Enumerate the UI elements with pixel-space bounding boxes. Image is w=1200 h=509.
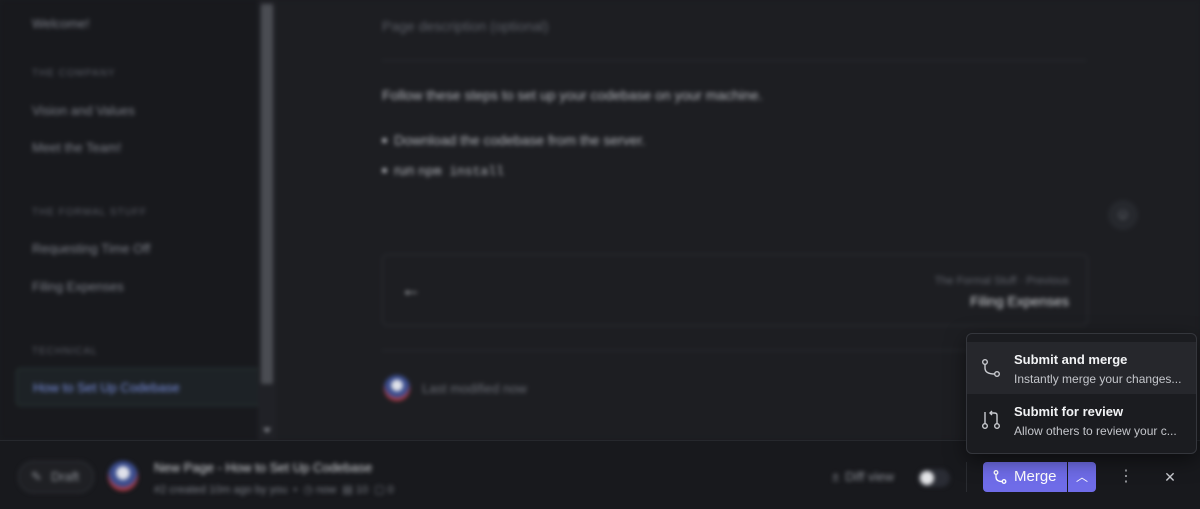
list-item[interactable]: Download the codebase from the server. [381,132,645,148]
chevron-up-icon: ︿ [1075,470,1088,484]
close-icon[interactable]: ✕ [1160,462,1180,492]
clock-icon: ◷ [303,484,314,496]
merge-options-menu: Submit and merge Instantly merge your ch… [966,333,1197,454]
last-modified-text: Last modified now [422,381,527,396]
change-request-info: ✎ Draft New Page - How to Set Up Codebas… [0,441,960,509]
inline-code: npm install [418,164,504,179]
sidebar-item-team[interactable]: Meet the Team! [32,140,121,155]
merge-icon [993,470,1007,484]
option-description: Allow others to review your c... [1014,424,1177,438]
scroll-down-icon[interactable] [263,428,271,433]
sidebar: Welcome! THE COMPANY Vision and Values M… [0,0,260,440]
app-window: Welcome! THE COMPANY Vision and Values M… [0,0,1200,509]
sidebar-item-label: How to Set Up Codebase [33,380,180,395]
meta-time: now [316,484,337,496]
previous-page-card[interactable]: ← The Formal Stuff · Previous Filing Exp… [382,254,1088,326]
diff-view-toggle[interactable] [918,469,950,487]
option-title: Submit for review [1014,404,1124,419]
change-request-title[interactable]: New Page - How to Set Up Codebase [154,460,372,475]
sidebar-item-welcome[interactable]: Welcome! [32,16,90,31]
sidebar-item-expenses[interactable]: Filing Expenses [32,279,124,294]
sidebar-item-time-off[interactable]: Requesting Time Off [32,241,150,256]
option-title: Submit and merge [1014,352,1128,367]
previous-page-subtitle: The Formal Stuff · Previous [934,275,1069,287]
meta-separator: • [290,484,301,496]
draft-icon: ✎ [31,469,42,484]
divider [966,462,967,492]
sidebar-item-codebase[interactable]: How to Set Up Codebase [16,368,260,406]
previous-page-title: Filing Expenses [970,293,1069,309]
sidebar-scrollbar[interactable] [258,0,276,440]
merge-icon [982,359,1000,377]
submit-for-review-option[interactable]: Submit for review Allow others to review… [967,394,1196,446]
merge-label: Merge [1014,468,1057,485]
pages-icon: ▤ [339,484,353,496]
scrollbar-thumb[interactable] [261,4,273,384]
emoji-reaction-icon[interactable]: ☺ [1108,200,1138,230]
review-icon [982,410,1000,429]
option-description: Instantly merge your changes... [1014,372,1182,386]
list-item-text: run [394,162,415,178]
page-description-input[interactable]: Page description (optional) [382,18,549,34]
draft-status-button[interactable]: ✎ Draft [18,461,94,493]
diff-icon: ± [832,469,840,484]
comment-icon: ▢ [371,484,385,496]
draft-label: Draft [51,469,80,484]
avatar [108,461,138,491]
meta-created: #2 created 10m ago by you [154,484,288,496]
more-options-icon[interactable]: ⋮ [1116,462,1136,492]
sidebar-section-technical: TECHNICAL [32,346,98,357]
arrow-left-icon: ← [401,279,421,301]
list-item[interactable]: run npm install [382,162,504,179]
divider [382,60,1086,61]
sidebar-section-formal: THE FORMAL STUFF [32,207,148,218]
avatar [384,375,410,401]
sidebar-section-company: THE COMPANY [32,68,116,79]
submit-and-merge-option[interactable]: Submit and merge Instantly merge your ch… [967,342,1196,394]
merge-button[interactable]: Merge [983,462,1067,492]
diff-view-text: Diff view [845,469,895,484]
sidebar-item-vision[interactable]: Vision and Values [32,103,135,118]
meta-comments: 0 [387,484,394,496]
merge-options-button[interactable]: ︿ [1068,462,1096,492]
meta-pages: 10 [355,484,369,496]
change-request-meta: #2 created 10m ago by you • ◷ now ▤ 10 ▢… [154,483,394,496]
intro-paragraph[interactable]: Follow these steps to set up your codeba… [382,87,763,103]
diff-view-label: ± Diff view [832,469,894,484]
